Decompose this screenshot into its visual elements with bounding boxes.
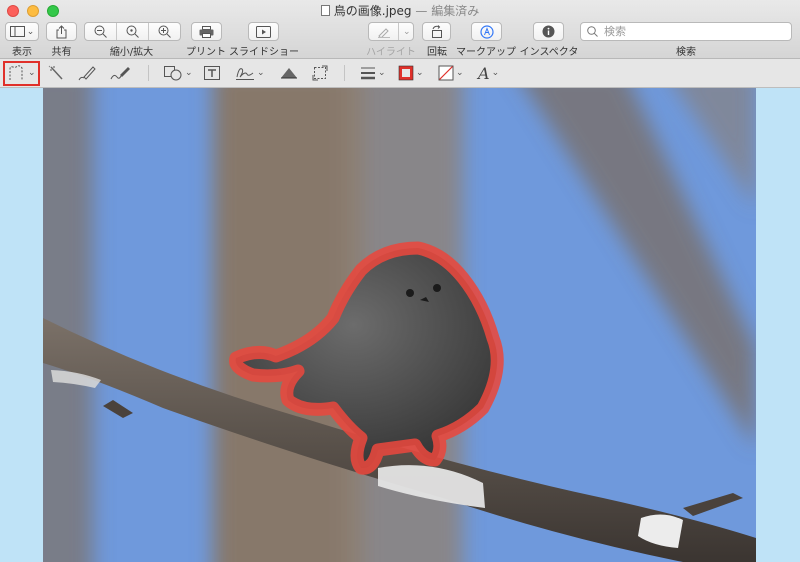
edited-status: 編集済み xyxy=(431,4,480,18)
rotate-icon xyxy=(432,25,442,38)
line-style-icon xyxy=(361,67,375,80)
chevron-down-icon: ⌄ xyxy=(28,68,36,78)
chevron-down-icon: ⌄ xyxy=(185,68,193,78)
text-button[interactable] xyxy=(203,63,221,83)
shapes-icon xyxy=(164,66,182,81)
print-label: プリント xyxy=(186,47,226,58)
zoom-out-button[interactable] xyxy=(85,23,117,40)
fill-color-button[interactable]: ⌄ xyxy=(438,63,464,83)
selection-tool-button[interactable]: ⌄ xyxy=(8,63,36,83)
title-bar: 鳥の画像.jpeg — 編集済み ⌄ 表示 共有 縮小/拡大 プリント スライド… xyxy=(0,0,800,59)
slideshow-button[interactable] xyxy=(248,22,279,41)
title-separator: — xyxy=(415,4,428,18)
rotate-label: 回転 xyxy=(427,47,447,58)
zoom-in-button[interactable] xyxy=(149,23,180,40)
instant-alpha-button[interactable] xyxy=(48,63,64,83)
image-canvas[interactable] xyxy=(43,88,756,562)
highlighter-icon xyxy=(377,27,390,38)
adjust-color-icon xyxy=(281,68,297,79)
adjust-size-button[interactable] xyxy=(312,63,328,83)
chevron-down-icon: ⌄ xyxy=(456,68,464,78)
resize-icon xyxy=(312,65,328,81)
shapes-button[interactable]: ⌄ xyxy=(163,63,193,83)
markup-button[interactable] xyxy=(471,22,502,41)
slideshow-label: スライドショー xyxy=(229,47,299,58)
share-icon xyxy=(56,24,67,38)
actual-size-button[interactable] xyxy=(117,23,149,40)
highlight-pen[interactable] xyxy=(369,23,399,40)
magic-wand-icon xyxy=(48,65,63,80)
share-button[interactable] xyxy=(46,22,77,41)
chevron-down-icon: ⌄ xyxy=(378,68,386,78)
border-color-icon xyxy=(398,65,414,81)
search-label: 検索 xyxy=(676,47,696,58)
view-label: 表示 xyxy=(12,47,32,58)
inspector-label: インスペクタ xyxy=(519,47,579,58)
chevron-down-icon: ⌄ xyxy=(416,68,424,78)
inspector-button[interactable] xyxy=(533,22,564,41)
search-icon xyxy=(587,26,598,37)
sketch-button[interactable] xyxy=(78,63,96,83)
info-icon xyxy=(542,25,555,38)
chevron-down-icon: ⌄ xyxy=(491,68,500,78)
toolbar-divider xyxy=(344,65,345,81)
text-box-icon xyxy=(204,66,220,80)
text-style-icon: A xyxy=(478,63,490,83)
zoom-label: 縮小/拡大 xyxy=(109,47,154,58)
border-color-button[interactable]: ⌄ xyxy=(398,63,424,83)
zoom-out-icon xyxy=(94,25,107,38)
draw-pen-icon xyxy=(110,67,130,80)
sign-button[interactable]: ⌄ xyxy=(235,63,265,83)
fill-color-icon xyxy=(438,65,454,81)
markup-label: マークアップ xyxy=(456,47,516,58)
document-icon xyxy=(320,5,330,16)
search-input[interactable] xyxy=(602,24,786,39)
signature-icon xyxy=(236,68,254,80)
search-field[interactable] xyxy=(580,22,792,41)
shape-style-button[interactable]: ⌄ xyxy=(360,63,386,83)
sidebar-icon xyxy=(9,26,25,37)
markup-toolbar: ⌄ ⌄ ⌄ ⌄ ⌄ ⌄ A ⌄ xyxy=(0,59,800,88)
zoom-in-icon xyxy=(158,25,171,38)
chevron-down-icon: ⌄ xyxy=(257,68,265,78)
rotate-button[interactable] xyxy=(422,22,451,41)
view-button[interactable]: ⌄ xyxy=(5,22,39,41)
zoom-actual-icon xyxy=(126,25,139,38)
window-title: 鳥の画像.jpeg — 編集済み xyxy=(0,2,800,19)
draw-button[interactable] xyxy=(110,63,132,83)
chevron-down-icon: ⌄ xyxy=(26,26,35,37)
bird-photo xyxy=(43,88,756,562)
sketch-pencil-icon xyxy=(78,66,96,81)
text-style-button[interactable]: A ⌄ xyxy=(478,63,499,83)
markup-icon xyxy=(479,24,494,39)
toolbar-divider xyxy=(148,65,149,81)
adjust-color-button[interactable] xyxy=(280,63,298,83)
play-icon xyxy=(256,25,271,38)
lasso-select-icon xyxy=(9,65,23,80)
document-name: 鳥の画像.jpeg xyxy=(333,4,412,18)
print-button[interactable] xyxy=(191,22,222,41)
highlight-label: ハイライト xyxy=(366,47,416,58)
chevron-down-icon[interactable]: ⌄ xyxy=(403,27,411,37)
printer-icon xyxy=(199,25,214,38)
highlight-button[interactable]: ⌄ xyxy=(368,22,414,41)
zoom-segmented-control xyxy=(84,22,181,41)
share-label: 共有 xyxy=(51,47,72,58)
